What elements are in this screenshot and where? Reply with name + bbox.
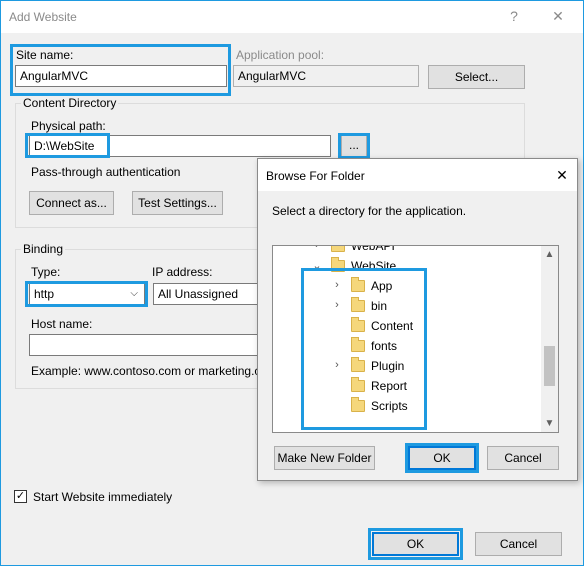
tree-item-label: Report [371, 379, 408, 393]
title-bar: Add Website ? ✕ [1, 1, 583, 33]
host-name-label: Host name: [31, 317, 93, 331]
tree-item-label: Plugin [371, 359, 405, 373]
folder-icon [351, 317, 365, 332]
connect-as-button[interactable]: Connect as... [29, 191, 114, 215]
collapse-icon[interactable]: ⌄ [311, 259, 323, 272]
passthrough-label: Pass-through authentication [31, 165, 181, 179]
tree-item-scripts[interactable]: Scripts [273, 396, 541, 416]
tree-item-report[interactable]: Report [273, 376, 541, 396]
tree-item-content[interactable]: Content [273, 316, 541, 336]
content-directory-title: Content Directory [21, 96, 119, 110]
select-app-pool-button[interactable]: Select... [428, 65, 525, 89]
folder-icon [351, 357, 365, 372]
binding-title: Binding [21, 242, 66, 256]
scroll-down-arrow-icon[interactable]: ▼ [541, 415, 558, 432]
expand-icon[interactable]: › [331, 359, 343, 371]
ip-address-label: IP address: [152, 265, 213, 279]
host-example-text: Example: www.contoso.com or marketing.c [31, 364, 259, 378]
tree-item-fonts[interactable]: fonts [273, 336, 541, 356]
tree-item-label: bin [371, 299, 388, 313]
browse-cancel-button[interactable]: Cancel [487, 446, 559, 470]
browse-for-folder-dialog: Browse For Folder ✕ Select a directory f… [257, 158, 578, 481]
tree-item-website[interactable]: ⌄ WebSite [273, 256, 541, 276]
help-button[interactable]: ? [505, 7, 523, 25]
dialog-title: Add Website [9, 10, 77, 24]
scroll-up-arrow-icon[interactable]: ▲ [541, 246, 558, 263]
type-label: Type: [31, 265, 61, 279]
expand-icon[interactable]: › [331, 279, 343, 291]
make-new-folder-button[interactable]: Make New Folder [274, 446, 375, 470]
tree-item-label: Scripts [371, 399, 408, 413]
type-select-value: http [34, 287, 55, 301]
browse-title-bar: Browse For Folder ✕ [258, 159, 577, 191]
folder-icon [331, 246, 345, 252]
tree-item-app[interactable]: › App [273, 276, 541, 296]
tree-item-label: fonts [371, 339, 398, 353]
start-immediately-label: Start Website immediately [33, 490, 173, 504]
tree-item-plugin[interactable]: › Plugin [273, 356, 541, 376]
physical-path-label: Physical path: [31, 119, 106, 133]
close-button[interactable]: ✕ [549, 7, 567, 25]
browse-instruction: Select a directory for the application. [272, 204, 467, 218]
check-icon: ✓ [15, 490, 26, 502]
ok-button[interactable]: OK [372, 532, 459, 556]
cancel-button[interactable]: Cancel [475, 532, 562, 556]
folder-icon [351, 377, 365, 392]
tree-item-label: Content [371, 319, 414, 333]
folder-icon [351, 337, 365, 352]
chevron-down-icon: ⌵ [130, 288, 138, 299]
tree-scrollbar[interactable]: ▲ ▼ [541, 246, 558, 432]
tree-item-label: WebAPI [351, 245, 395, 253]
browse-close-button[interactable]: ✕ [553, 166, 571, 184]
folder-icon [351, 397, 365, 412]
expand-icon[interactable]: › [331, 299, 343, 311]
folder-icon [351, 277, 365, 292]
host-name-input[interactable] [29, 334, 263, 356]
test-settings-button[interactable]: Test Settings... [132, 191, 223, 215]
type-select[interactable]: http ⌵ [29, 283, 145, 305]
scroll-thumb[interactable] [544, 346, 555, 386]
folder-icon [331, 257, 345, 272]
tree-item-label: WebSite [351, 259, 397, 273]
site-name-input[interactable]: AngularMVC [15, 65, 227, 87]
ip-address-select[interactable]: All Unassigned [153, 283, 263, 305]
expand-icon[interactable]: › [311, 246, 323, 251]
folder-icon [351, 297, 365, 312]
start-immediately-checkbox[interactable]: ✓ [14, 490, 27, 503]
app-pool-label: Application pool: [236, 48, 325, 62]
browse-dialog-title: Browse For Folder [266, 169, 365, 183]
physical-path-input[interactable]: D:\WebSite [29, 135, 331, 157]
browse-ok-button[interactable]: OK [408, 446, 476, 470]
app-pool-field: AngularMVC [233, 65, 419, 87]
site-name-label: Site name: [16, 48, 74, 62]
browse-path-button[interactable]: ... [341, 135, 367, 157]
tree-item-webapi[interactable]: › WebAPI [273, 245, 541, 256]
tree-item-label: App [371, 279, 393, 293]
folder-tree[interactable]: › WebAPI ⌄ WebSite › App › bin Content f… [272, 245, 559, 433]
tree-item-bin[interactable]: › bin [273, 296, 541, 316]
